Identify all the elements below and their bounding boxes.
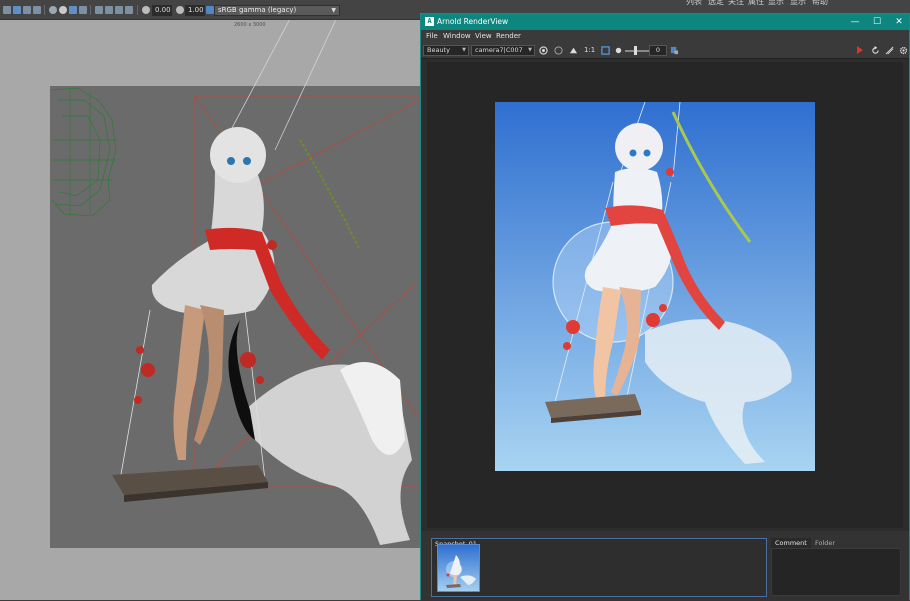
tab-folder[interactable]: Folder bbox=[811, 538, 839, 548]
ambient-occlusion-icon[interactable] bbox=[105, 6, 113, 14]
camera-value: camera7|C007 bbox=[475, 46, 523, 54]
zoom-ratio-label[interactable]: 1:1 bbox=[584, 46, 595, 54]
region-render-icon[interactable] bbox=[601, 46, 610, 55]
isolate-select-icon[interactable] bbox=[125, 6, 133, 14]
minimize-icon[interactable]: — bbox=[843, 14, 867, 30]
shadows-icon[interactable] bbox=[95, 6, 103, 14]
gamma-field[interactable]: 1.00 bbox=[185, 5, 205, 16]
color-management-icon[interactable] bbox=[206, 6, 214, 14]
resolution-gate-icon[interactable] bbox=[33, 6, 41, 14]
menu-window[interactable]: Window bbox=[443, 32, 471, 40]
viewport-scene bbox=[51, 20, 420, 545]
aov-dropdown[interactable]: Beauty ▼ bbox=[423, 45, 469, 56]
maya-menu-list[interactable]: 列表 bbox=[686, 0, 702, 7]
maya-menubar: 列表 选定 关注 属性 显示 显示 帮助 bbox=[420, 0, 910, 14]
debug-shading-icon[interactable] bbox=[885, 46, 894, 55]
smooth-shade-icon[interactable] bbox=[59, 6, 67, 14]
comment-field[interactable] bbox=[771, 548, 901, 596]
maya-menu-help[interactable]: 帮助 bbox=[812, 0, 828, 7]
refresh-icon[interactable] bbox=[871, 46, 880, 55]
titlebar[interactable]: A Arnold RenderView — ☐ ✕ bbox=[421, 14, 909, 30]
color-space-dropdown[interactable]: sRGB gamma (legacy) ▼ bbox=[214, 5, 340, 16]
snapshot-area: Snapshot_01 bbox=[421, 531, 909, 601]
maya-menu-display[interactable]: 显示 bbox=[768, 0, 784, 7]
menu-render[interactable]: Render bbox=[496, 32, 521, 40]
wireframe-object bbox=[51, 87, 117, 217]
color-space-value: sRGB gamma (legacy) bbox=[218, 6, 297, 14]
tab-comment[interactable]: Comment bbox=[771, 538, 811, 548]
rgb-channels-icon[interactable] bbox=[539, 46, 548, 55]
chevron-down-icon: ▼ bbox=[331, 7, 336, 14]
gamma-icon[interactable] bbox=[176, 6, 184, 14]
chevron-down-icon: ▼ bbox=[462, 47, 466, 53]
maya-menu-focus[interactable]: 关注 bbox=[728, 0, 744, 7]
render-play-button[interactable] bbox=[857, 46, 863, 54]
wireframe-icon[interactable] bbox=[49, 6, 57, 14]
menu-file[interactable]: File bbox=[426, 32, 438, 40]
menu-view[interactable]: View bbox=[475, 32, 492, 40]
maya-viewport[interactable]: 2600 x 3000 bbox=[0, 20, 420, 600]
grid-icon[interactable] bbox=[13, 6, 21, 14]
exposure-icon[interactable] bbox=[614, 46, 623, 55]
arnold-renderview-window: A Arnold RenderView — ☐ ✕ File Window Vi… bbox=[420, 13, 910, 601]
snapshot-panel: Snapshot_01 bbox=[431, 538, 767, 597]
camera-attributes-icon[interactable] bbox=[3, 6, 11, 14]
chevron-down-icon: ▼ bbox=[528, 47, 532, 53]
maya-menu-select[interactable]: 选定 bbox=[708, 0, 724, 7]
maximize-icon[interactable]: ☐ bbox=[865, 14, 889, 30]
snapshot-thumbnail[interactable] bbox=[437, 544, 480, 592]
rendered-image bbox=[495, 102, 815, 471]
maya-menu-show[interactable]: 显示 bbox=[790, 0, 806, 7]
snapshot-thumbnail-image bbox=[438, 545, 479, 591]
camera-dropdown[interactable]: camera7|C007 ▼ bbox=[471, 45, 535, 56]
render-canvas[interactable] bbox=[427, 62, 903, 528]
lut-icon[interactable] bbox=[569, 46, 578, 55]
display-settings-icon[interactable] bbox=[670, 46, 679, 55]
side-panel: Comment Folder bbox=[771, 538, 903, 597]
textured-icon[interactable] bbox=[69, 6, 77, 14]
aov-value: Beauty bbox=[427, 46, 450, 54]
alpha-channel-icon[interactable] bbox=[554, 46, 563, 55]
window-title: Arnold RenderView bbox=[437, 17, 509, 26]
maya-menu-attributes[interactable]: 属性 bbox=[748, 0, 764, 7]
close-icon[interactable]: ✕ bbox=[887, 14, 910, 30]
menubar: File Window View Render bbox=[421, 30, 909, 44]
exposure-slider[interactable] bbox=[625, 50, 649, 52]
arnold-logo-icon: A bbox=[425, 17, 434, 26]
exposure-field[interactable]: 0.00 bbox=[152, 5, 172, 16]
exposure-slider-handle[interactable] bbox=[634, 46, 637, 55]
exposure-value[interactable]: 0 bbox=[649, 45, 667, 56]
viewport-toolbar: 0.00 1.00 sRGB gamma (legacy) ▼ bbox=[0, 0, 420, 20]
lights-icon[interactable] bbox=[79, 6, 87, 14]
gear-icon[interactable] bbox=[899, 46, 908, 55]
film-gate-icon[interactable] bbox=[23, 6, 31, 14]
renderview-toolbar: Beauty ▼ camera7|C007 ▼ 1:1 0 bbox=[421, 44, 909, 59]
exposure-icon[interactable] bbox=[142, 6, 150, 14]
antialias-icon[interactable] bbox=[115, 6, 123, 14]
